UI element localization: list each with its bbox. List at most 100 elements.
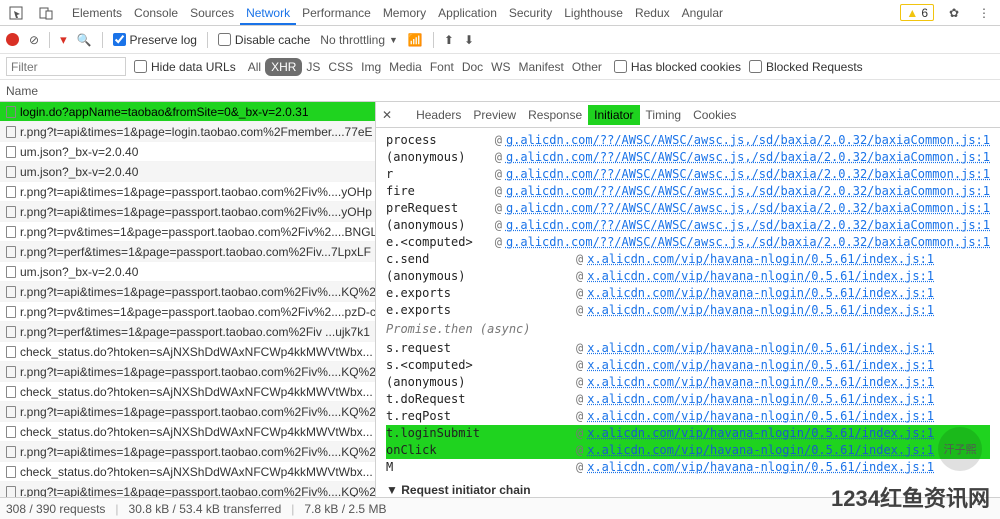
- import-icon[interactable]: ⬆: [444, 33, 454, 47]
- export-icon[interactable]: ⬇: [464, 33, 474, 47]
- clear-button[interactable]: ⊘: [29, 33, 39, 47]
- filter-type-css[interactable]: CSS: [324, 58, 357, 76]
- more-menu-icon[interactable]: ⋮: [974, 3, 994, 23]
- devtools-tab-performance[interactable]: Performance: [296, 2, 377, 24]
- stack-frame[interactable]: onClick@x.alicdn.com/vip/havana-nlogin/0…: [386, 442, 990, 459]
- stack-frame-link[interactable]: x.alicdn.com/vip/havana-nlogin/0.5.61/in…: [587, 285, 934, 302]
- detail-tab-headers[interactable]: Headers: [410, 105, 467, 125]
- search-icon[interactable]: 🔍: [77, 33, 92, 47]
- request-row[interactable]: r.png?t=api&times=1&page=passport.taobao…: [0, 182, 375, 202]
- request-row[interactable]: r.png?t=perf&times=1&page=passport.taoba…: [0, 242, 375, 262]
- stack-frame[interactable]: s.request@x.alicdn.com/vip/havana-nlogin…: [386, 340, 990, 357]
- stack-frame-link[interactable]: x.alicdn.com/vip/havana-nlogin/0.5.61/in…: [587, 442, 934, 459]
- stack-frame[interactable]: (anonymous)@g.alicdn.com/??/AWSC/AWSC/aw…: [386, 217, 990, 234]
- request-row[interactable]: r.png?t=api&times=1&page=passport.taobao…: [0, 482, 375, 497]
- stack-frame[interactable]: e.<computed>@g.alicdn.com/??/AWSC/AWSC/a…: [386, 234, 990, 251]
- devtools-tab-sources[interactable]: Sources: [184, 2, 240, 24]
- request-row[interactable]: r.png?t=api&times=1&page=login.taobao.co…: [0, 122, 375, 142]
- stack-frame-link[interactable]: g.alicdn.com/??/AWSC/AWSC/awsc.js,/sd/ba…: [506, 217, 990, 234]
- request-row[interactable]: r.png?t=api&times=1&page=passport.taobao…: [0, 202, 375, 222]
- filter-type-img[interactable]: Img: [357, 58, 385, 76]
- filter-toggle-icon[interactable]: ▾: [60, 32, 67, 48]
- request-row[interactable]: r.png?t=api&times=1&page=passport.taobao…: [0, 362, 375, 382]
- stack-frame[interactable]: (anonymous)@x.alicdn.com/vip/havana-nlog…: [386, 374, 990, 391]
- disable-cache-checkbox[interactable]: Disable cache: [218, 33, 310, 47]
- warnings-badge[interactable]: ▲ 6: [900, 4, 934, 21]
- settings-icon[interactable]: ✿: [944, 3, 964, 23]
- request-row[interactable]: check_status.do?htoken=sAjNXShDdWAxNFCWp…: [0, 422, 375, 442]
- stack-frame-link[interactable]: g.alicdn.com/??/AWSC/AWSC/awsc.js,/sd/ba…: [506, 183, 990, 200]
- initiator-chain-header[interactable]: ▼ Request initiator chain: [386, 482, 990, 497]
- detail-tab-response[interactable]: Response: [522, 105, 588, 125]
- stack-frame-link[interactable]: x.alicdn.com/vip/havana-nlogin/0.5.61/in…: [587, 302, 934, 319]
- request-row[interactable]: um.json?_bx-v=2.0.40: [0, 162, 375, 182]
- request-row[interactable]: login.do?appName=taobao&fromSite=0&_bx-v…: [0, 102, 375, 122]
- devtools-tab-angular[interactable]: Angular: [676, 2, 729, 24]
- throttle-dropdown[interactable]: No throttling ▼: [320, 33, 398, 47]
- stack-frame[interactable]: (anonymous)@g.alicdn.com/??/AWSC/AWSC/aw…: [386, 149, 990, 166]
- filter-type-manifest[interactable]: Manifest: [515, 58, 568, 76]
- filter-type-media[interactable]: Media: [385, 58, 426, 76]
- column-header-name[interactable]: Name: [0, 80, 1000, 102]
- filter-type-other[interactable]: Other: [568, 58, 606, 76]
- stack-frame-link[interactable]: x.alicdn.com/vip/havana-nlogin/0.5.61/in…: [587, 374, 934, 391]
- detail-tab-initiator[interactable]: Initiator: [588, 105, 639, 125]
- stack-frame[interactable]: r@g.alicdn.com/??/AWSC/AWSC/awsc.js,/sd/…: [386, 166, 990, 183]
- devtools-tab-network[interactable]: Network: [240, 2, 296, 25]
- stack-frame-link[interactable]: g.alicdn.com/??/AWSC/AWSC/awsc.js,/sd/ba…: [506, 132, 990, 149]
- close-detail-icon[interactable]: ✕: [382, 108, 392, 122]
- devtools-tab-security[interactable]: Security: [503, 2, 558, 24]
- wifi-icon[interactable]: 📶: [408, 33, 423, 47]
- stack-frame-link[interactable]: g.alicdn.com/??/AWSC/AWSC/awsc.js,/sd/ba…: [506, 234, 990, 251]
- request-row[interactable]: r.png?t=pv&times=1&page=passport.taobao.…: [0, 222, 375, 242]
- devtools-tab-lighthouse[interactable]: Lighthouse: [558, 2, 629, 24]
- stack-frame-link[interactable]: g.alicdn.com/??/AWSC/AWSC/awsc.js,/sd/ba…: [506, 149, 990, 166]
- request-row[interactable]: um.json?_bx-v=2.0.40: [0, 262, 375, 282]
- request-row[interactable]: r.png?t=pv&times=1&page=passport.taobao.…: [0, 302, 375, 322]
- request-row[interactable]: r.png?t=perf&times=1&page=passport.taoba…: [0, 322, 375, 342]
- request-row[interactable]: r.png?t=api&times=1&page=passport.taobao…: [0, 442, 375, 462]
- preserve-log-checkbox[interactable]: Preserve log: [113, 33, 197, 47]
- request-row[interactable]: r.png?t=api&times=1&page=passport.taobao…: [0, 282, 375, 302]
- stack-frame-link[interactable]: x.alicdn.com/vip/havana-nlogin/0.5.61/in…: [587, 391, 934, 408]
- request-row[interactable]: um.json?_bx-v=2.0.40: [0, 142, 375, 162]
- inspect-icon[interactable]: [6, 3, 26, 23]
- detail-tab-cookies[interactable]: Cookies: [687, 105, 742, 125]
- stack-frame-link[interactable]: x.alicdn.com/vip/havana-nlogin/0.5.61/in…: [587, 340, 934, 357]
- request-row[interactable]: check_status.do?htoken=sAjNXShDdWAxNFCWp…: [0, 342, 375, 362]
- filter-type-doc[interactable]: Doc: [458, 58, 487, 76]
- request-row[interactable]: r.png?t=api&times=1&page=passport.taobao…: [0, 402, 375, 422]
- stack-frame[interactable]: c.send@x.alicdn.com/vip/havana-nlogin/0.…: [386, 251, 990, 268]
- filter-type-font[interactable]: Font: [426, 58, 458, 76]
- stack-frame[interactable]: (anonymous)@x.alicdn.com/vip/havana-nlog…: [386, 268, 990, 285]
- filter-type-xhr[interactable]: XHR: [265, 58, 302, 76]
- detail-tab-preview[interactable]: Preview: [467, 105, 522, 125]
- stack-frame[interactable]: s.<computed>@x.alicdn.com/vip/havana-nlo…: [386, 357, 990, 374]
- device-toggle-icon[interactable]: [36, 3, 56, 23]
- stack-frame-link[interactable]: x.alicdn.com/vip/havana-nlogin/0.5.61/in…: [587, 425, 934, 442]
- request-row[interactable]: check_status.do?htoken=sAjNXShDdWAxNFCWp…: [0, 382, 375, 402]
- devtools-tab-redux[interactable]: Redux: [629, 2, 676, 24]
- devtools-tab-memory[interactable]: Memory: [377, 2, 432, 24]
- stack-frame[interactable]: preRequest@g.alicdn.com/??/AWSC/AWSC/aws…: [386, 200, 990, 217]
- filter-type-js[interactable]: JS: [302, 58, 324, 76]
- stack-frame-link[interactable]: g.alicdn.com/??/AWSC/AWSC/awsc.js,/sd/ba…: [506, 166, 990, 183]
- filter-type-all[interactable]: All: [244, 58, 265, 76]
- request-list[interactable]: login.do?appName=taobao&fromSite=0&_bx-v…: [0, 102, 376, 497]
- filter-input[interactable]: [6, 57, 126, 76]
- stack-frame[interactable]: fire@g.alicdn.com/??/AWSC/AWSC/awsc.js,/…: [386, 183, 990, 200]
- request-row[interactable]: check_status.do?htoken=sAjNXShDdWAxNFCWp…: [0, 462, 375, 482]
- stack-frame-link[interactable]: x.alicdn.com/vip/havana-nlogin/0.5.61/in…: [587, 408, 934, 425]
- stack-frame-link[interactable]: x.alicdn.com/vip/havana-nlogin/0.5.61/in…: [587, 268, 934, 285]
- stack-frame-link[interactable]: g.alicdn.com/??/AWSC/AWSC/awsc.js,/sd/ba…: [506, 200, 990, 217]
- stack-frame-link[interactable]: x.alicdn.com/vip/havana-nlogin/0.5.61/in…: [587, 357, 934, 374]
- stack-frame[interactable]: process@g.alicdn.com/??/AWSC/AWSC/awsc.j…: [386, 132, 990, 149]
- stack-frame-link[interactable]: x.alicdn.com/vip/havana-nlogin/0.5.61/in…: [587, 251, 934, 268]
- devtools-tab-console[interactable]: Console: [128, 2, 184, 24]
- stack-frame[interactable]: t.loginSubmit@x.alicdn.com/vip/havana-nl…: [386, 425, 990, 442]
- detail-tab-timing[interactable]: Timing: [640, 105, 688, 125]
- hide-data-urls-checkbox[interactable]: Hide data URLs: [134, 60, 236, 74]
- filter-type-ws[interactable]: WS: [487, 58, 514, 76]
- stack-frame[interactable]: t.reqPost@x.alicdn.com/vip/havana-nlogin…: [386, 408, 990, 425]
- devtools-tab-elements[interactable]: Elements: [66, 2, 128, 24]
